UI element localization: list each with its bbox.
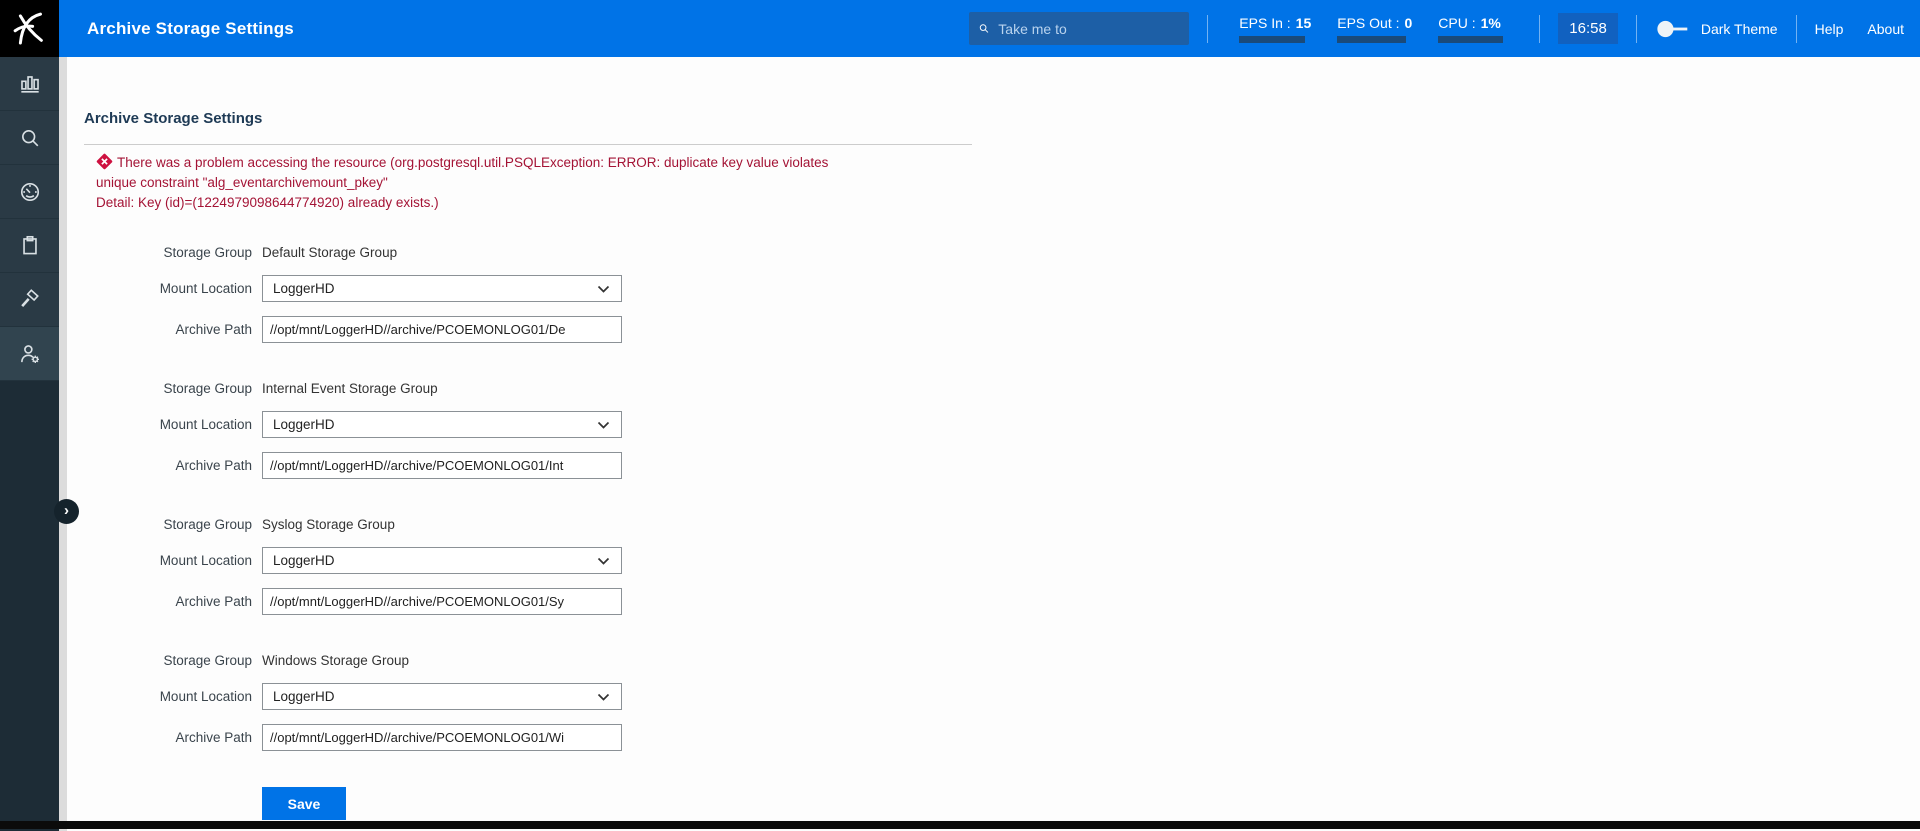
theme-toggle-label: Dark Theme <box>1700 20 1778 37</box>
storage-group-section: Storage Group Default Storage Group Moun… <box>84 243 1920 343</box>
eps-out-value: 0 <box>1404 14 1413 31</box>
archive-settings-form: Storage Group Default Storage Group Moun… <box>84 243 1920 820</box>
arcsight-logo-icon <box>13 12 43 44</box>
sidebar-item-reports[interactable] <box>0 219 59 273</box>
clock-display: 16:58 <box>1558 13 1618 44</box>
chevron-down-icon <box>597 421 610 429</box>
archive-path-label: Archive Path <box>175 730 252 745</box>
sidebar-item-search[interactable] <box>0 111 59 165</box>
mount-location-select[interactable]: LoggerHD <box>262 683 622 710</box>
mount-location-label: Mount Location <box>159 553 252 568</box>
storage-group-section: Storage Group Syslog Storage Group Mount… <box>84 515 1920 615</box>
error-message: There was a problem accessing the resour… <box>96 153 996 213</box>
help-link[interactable]: Help <box>1815 21 1844 37</box>
cpu-label: CPU : <box>1438 14 1476 31</box>
cpu-value: 1% <box>1480 14 1501 31</box>
cpu-stat: CPU :1% <box>1438 15 1508 43</box>
archive-path-input[interactable] <box>262 452 622 479</box>
search-input[interactable] <box>998 20 1180 37</box>
storage-group-name: Internal Event Storage Group <box>262 381 438 396</box>
top-bar-right: EPS In :15 EPS Out :0 CPU :1% 16:58 Dark… <box>969 12 1920 45</box>
storage-group-label: Storage Group <box>163 653 252 668</box>
archive-path-input[interactable] <box>262 588 622 615</box>
sidebar-item-configuration[interactable] <box>0 273 59 327</box>
top-bar: Archive Storage Settings EPS In :15 EPS … <box>0 0 1920 57</box>
divider <box>1795 14 1797 43</box>
mount-location-select[interactable]: LoggerHD <box>262 547 622 574</box>
archive-path-label: Archive Path <box>175 458 252 473</box>
archive-path-input[interactable] <box>262 316 622 343</box>
eps-in-sparkline-bar <box>1239 35 1306 43</box>
main-content: Archive Storage Settings There was a pro… <box>67 57 1920 831</box>
mount-location-select[interactable]: LoggerHD <box>262 411 622 438</box>
error-line-1: There was a problem accessing the resour… <box>117 155 829 170</box>
storage-group-name: Windows Storage Group <box>262 653 410 668</box>
mount-location-label: Mount Location <box>159 281 252 296</box>
toggle-switch-icon <box>1657 20 1688 37</box>
error-line-2: unique constraint "alg_eventarchivemount… <box>96 175 388 190</box>
storage-group-label: Storage Group <box>163 517 252 532</box>
archive-path-label: Archive Path <box>175 322 252 337</box>
storage-group-section: Storage Group Windows Storage Group Moun… <box>84 651 1920 751</box>
divider <box>1207 14 1209 43</box>
storage-group-name: Default Storage Group <box>262 245 398 260</box>
about-link[interactable]: About <box>1867 21 1904 37</box>
save-button[interactable]: Save <box>262 787 346 820</box>
chevron-down-icon <box>597 693 610 701</box>
sidebar-item-analyze[interactable] <box>0 165 59 219</box>
search-icon <box>21 129 38 146</box>
divider <box>1635 14 1637 43</box>
eps-out-label: EPS Out : <box>1337 14 1400 31</box>
eps-in-value: 15 <box>1295 14 1312 31</box>
chevron-down-icon <box>597 557 610 565</box>
search-box[interactable] <box>969 12 1190 45</box>
nav-sidebar <box>0 57 59 831</box>
chevron-right-icon: › <box>64 502 69 519</box>
gavel-icon <box>20 288 39 307</box>
content-heading: Archive Storage Settings <box>84 110 263 127</box>
mount-location-value: LoggerHD <box>273 281 335 296</box>
bar-chart-icon <box>20 75 39 93</box>
archive-path-label: Archive Path <box>175 594 252 609</box>
app-window: Archive Storage Settings EPS In :15 EPS … <box>0 0 1920 831</box>
gauge-icon <box>20 182 39 201</box>
divider <box>1539 14 1541 43</box>
sidebar-item-dashboards[interactable] <box>0 57 59 111</box>
eps-out-sparkline-bar <box>1337 35 1407 43</box>
search-icon <box>980 24 989 33</box>
mount-location-select[interactable]: LoggerHD <box>262 275 622 302</box>
eps-in-label: EPS In : <box>1239 14 1291 31</box>
storage-group-name: Syslog Storage Group <box>262 517 395 532</box>
mount-location-value: LoggerHD <box>273 417 335 432</box>
mount-location-label: Mount Location <box>159 417 252 432</box>
expand-menu-button[interactable]: › <box>54 499 79 524</box>
clipboard-icon <box>22 235 37 254</box>
eps-out-stat: EPS Out :0 <box>1337 15 1412 43</box>
sidebar-item-admin[interactable] <box>0 327 59 381</box>
page-title: Archive Storage Settings <box>87 18 294 38</box>
app-logo[interactable] <box>0 0 59 57</box>
collapsed-panel-strip <box>59 57 67 831</box>
theme-toggle[interactable]: Dark Theme <box>1655 17 1778 41</box>
eps-in-stat: EPS In :15 <box>1239 15 1311 43</box>
storage-group-label: Storage Group <box>163 245 252 260</box>
heading-divider <box>84 144 972 145</box>
error-diamond-icon <box>96 153 113 170</box>
mount-location-label: Mount Location <box>159 689 252 704</box>
archive-path-input[interactable] <box>262 724 622 751</box>
cpu-sparkline-bar <box>1438 35 1503 43</box>
error-line-3: Detail: Key (id)=(1224979098644774920) a… <box>96 195 439 210</box>
chevron-down-icon <box>597 285 610 293</box>
bottom-bar <box>0 821 1920 829</box>
user-gear-icon <box>20 344 39 363</box>
storage-group-label: Storage Group <box>163 381 252 396</box>
storage-group-section: Storage Group Internal Event Storage Gro… <box>84 379 1920 479</box>
mount-location-value: LoggerHD <box>273 689 335 704</box>
mount-location-value: LoggerHD <box>273 553 335 568</box>
